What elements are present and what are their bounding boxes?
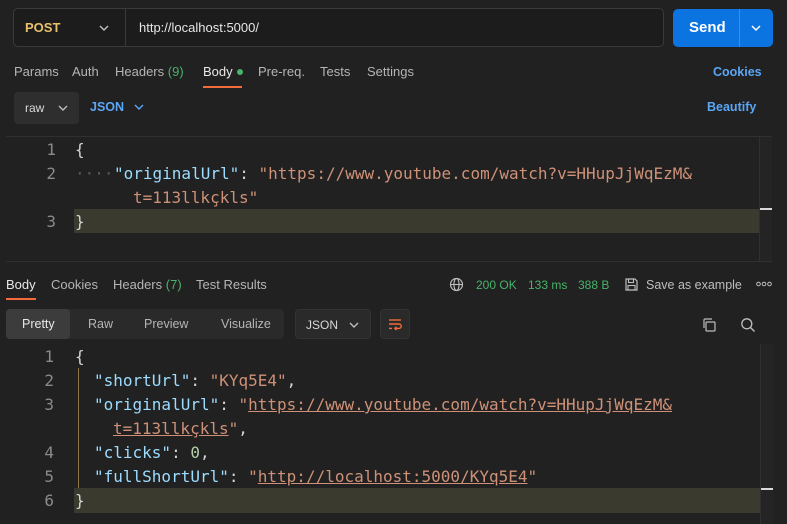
tab-auth[interactable]: Auth (72, 64, 99, 79)
send-divider (739, 9, 740, 47)
modified-dot-icon (236, 68, 243, 75)
line-number: 6 (44, 491, 54, 510)
line-number: 1 (46, 140, 56, 159)
view-pretty[interactable]: Pretty (22, 317, 55, 331)
response-body-viewer[interactable]: 1 2 3 4 5 6 { "shortUrl": "KYq5E4", "ori… (0, 344, 787, 524)
body-language-select[interactable]: JSON (90, 100, 124, 114)
body-mode-select[interactable]: raw (14, 92, 79, 124)
response-scrollbar[interactable] (760, 344, 773, 524)
code-brace: { (75, 347, 85, 366)
tab-headers-label: Headers (115, 64, 165, 79)
request-body-editor[interactable]: 1 2 3 { ···· "originalUrl": "https://www… (6, 136, 772, 262)
indent-guide (78, 368, 79, 488)
wrap-lines-button[interactable] (380, 309, 410, 339)
search-icon[interactable] (740, 317, 756, 333)
method-selector[interactable]: POST (14, 9, 126, 46)
chevron-down-icon (99, 25, 109, 32)
current-line-highlight (74, 488, 760, 513)
tab-settings[interactable]: Settings (367, 64, 414, 79)
response-tab-cookies[interactable]: Cookies (51, 277, 98, 292)
code-brace: } (75, 212, 85, 231)
line-number: 3 (46, 212, 56, 231)
response-tab-headers[interactable]: Headers (7) (113, 277, 182, 292)
url-bar: POST http://localhost:5000/ (13, 8, 664, 47)
scrollbar-marker (760, 208, 772, 210)
response-tab-test-results[interactable]: Test Results (196, 277, 267, 292)
send-label: Send (689, 19, 726, 36)
json-url-link[interactable]: https://www.youtube.com/watch?v=HHupJjWq… (248, 395, 672, 414)
json-key: "clicks" (94, 443, 172, 462)
more-options-icon[interactable] (756, 281, 772, 287)
beautify-button[interactable]: Beautify (707, 100, 756, 114)
copy-icon[interactable] (701, 317, 717, 333)
indent-guide: ···· (75, 164, 114, 183)
chevron-down-icon[interactable] (133, 101, 145, 113)
url-input[interactable]: http://localhost:5000/ (139, 20, 259, 35)
wrap-lines-icon (389, 319, 402, 331)
chevron-down-icon (58, 105, 68, 111)
code-brace: } (75, 491, 85, 510)
response-size[interactable]: 388 B (578, 278, 609, 292)
line-number: 5 (44, 467, 54, 486)
response-tab-headers-count: (7) (165, 277, 182, 292)
body-mode-label: raw (25, 101, 45, 115)
save-icon[interactable] (624, 277, 639, 292)
response-tab-body[interactable]: Body (6, 277, 36, 292)
line-number: 3 (44, 395, 54, 414)
status-code[interactable]: 200 OK (476, 278, 517, 292)
code-line: "originalUrl": "https://www.youtube.com/… (94, 395, 672, 414)
json-string: "https://www.youtube.com/watch?v=HHupJjW… (258, 164, 692, 183)
json-url-link-wrap[interactable]: t=113llkçkls (113, 419, 229, 438)
response-tab-headers-label: Headers (113, 277, 163, 292)
globe-icon[interactable] (449, 277, 464, 292)
line-number: 2 (46, 164, 56, 183)
cookies-link[interactable]: Cookies (713, 65, 762, 79)
view-raw[interactable]: Raw (88, 317, 113, 331)
chevron-down-icon (349, 322, 359, 328)
chevron-down-icon[interactable] (749, 21, 763, 35)
json-key: "originalUrl" (114, 164, 240, 183)
tab-headers-count: (9) (167, 64, 184, 79)
view-visualize[interactable]: Visualize (221, 317, 271, 331)
json-url-link[interactable]: http://localhost:5000/KYq5E4 (258, 467, 528, 486)
json-key: "fullShortUrl" (94, 467, 229, 486)
active-tab-indicator (203, 86, 242, 88)
line-number: 1 (44, 347, 54, 366)
json-colon: : (239, 164, 249, 183)
tab-params[interactable]: Params (14, 64, 59, 79)
json-number: 0 (190, 443, 200, 462)
view-preview[interactable]: Preview (144, 317, 188, 331)
send-button[interactable]: Send (673, 9, 773, 47)
json-key: "originalUrl" (94, 395, 220, 414)
json-key: "shortUrl" (94, 371, 191, 390)
tab-body-label: Body (203, 64, 233, 79)
current-line-highlight (74, 209, 760, 233)
response-format-select[interactable]: JSON (295, 309, 371, 339)
code-line: "originalUrl": "https://www.youtube.com/… (114, 164, 692, 183)
json-string-wrap: t=113llkçkls" (133, 188, 259, 207)
response-format-label: JSON (306, 318, 339, 332)
code-line: "shortUrl": "KYq5E4", (94, 371, 297, 390)
scrollbar-marker (761, 488, 773, 490)
line-number: 4 (44, 443, 54, 462)
tab-tests[interactable]: Tests (320, 64, 350, 79)
code-brace: { (75, 140, 85, 159)
code-line-wrap: t=113llkçkls", (113, 419, 248, 438)
line-number: 2 (44, 371, 54, 390)
editor-scrollbar[interactable] (759, 137, 772, 261)
active-response-tab-indicator (6, 298, 36, 300)
response-time[interactable]: 133 ms (528, 278, 567, 292)
tab-headers[interactable]: Headers (9) (115, 64, 184, 79)
method-label: POST (25, 20, 61, 35)
code-line: "fullShortUrl": "http://localhost:5000/K… (94, 467, 538, 486)
json-string: "KYq5E4" (209, 371, 287, 390)
view-mode-group: Pretty Raw Preview Visualize (6, 309, 284, 339)
save-as-example-button[interactable]: Save as example (646, 278, 742, 292)
code-line: "clicks": 0, (94, 443, 210, 462)
tab-body[interactable]: Body (203, 64, 243, 79)
tab-prereq[interactable]: Pre-req. (258, 64, 305, 79)
